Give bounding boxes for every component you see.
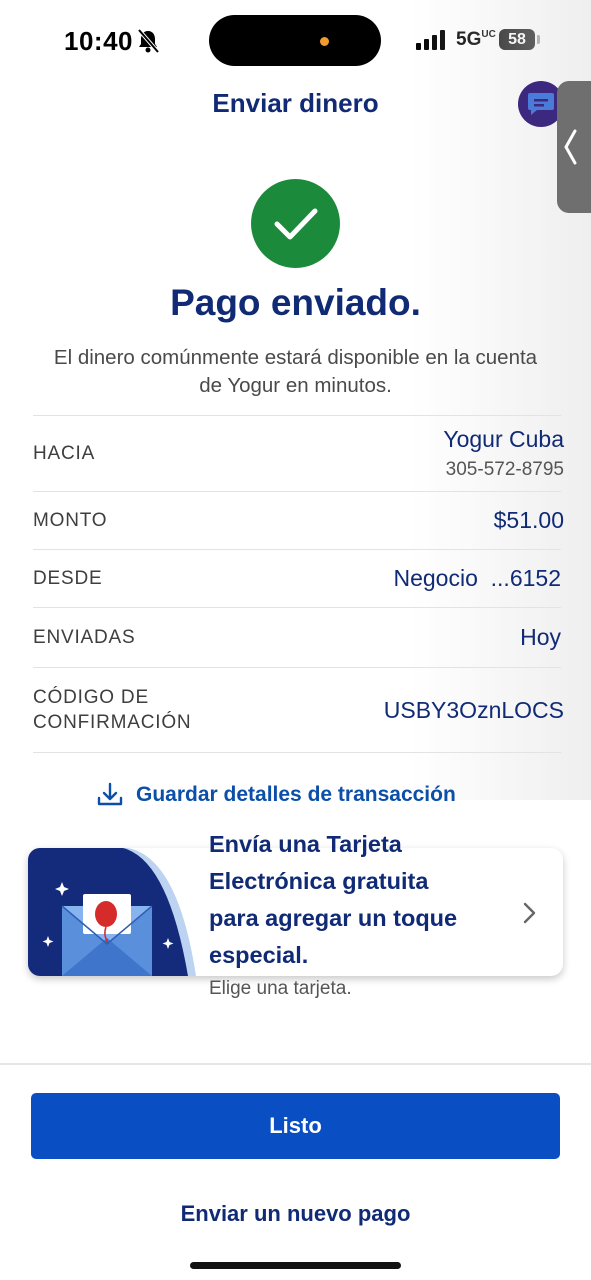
ecard-promo-card[interactable]: Envía una Tarjeta Electrónica gratuita p… [28,831,563,976]
new-payment-link[interactable]: Enviar un nuevo pago [0,1201,591,1227]
detail-row-to: HACIA Yogur Cuba 305-572-8795 [33,415,564,491]
check-icon [274,208,317,239]
battery-icon: 58 [499,29,535,50]
done-button[interactable]: Listo [31,1093,560,1159]
status-time: 10:40 [64,26,133,56]
detail-row-amount: MONTO $51.00 [33,491,564,549]
confirmation-heading: Pago enviado. [170,282,421,323]
bell-muted-icon [137,28,160,54]
detail-row-sent: ENVIADAS Hoy [33,607,561,667]
detail-label-from: DESDE [33,568,103,589]
signal-icon [416,30,445,50]
detail-label-sent: ENVIADAS [33,627,136,648]
ecard-subtitle: Elige una tarjeta. [209,978,352,999]
chevron-left-icon [564,129,577,165]
detail-row-from: DESDE Negocio ...6152 [33,549,561,607]
chevron-right-icon [523,902,536,924]
status-bar: 10:40 5GUC 58 [0,0,591,80]
confirmation-message: El dinero comúnmente estará disponible e… [53,346,538,397]
confirmation-code: USBY3OznLOCS [383,696,564,723]
recipient-name: Yogur Cuba [443,426,564,452]
battery-cap [537,35,540,44]
detail-row-code: CÓDIGO DE CONFIRMACIÓN USBY3OznLOCS [33,667,564,753]
save-details-link[interactable]: Guardar detalles de transacción [96,781,456,809]
success-check [251,179,340,268]
detail-label-amount: MONTO [33,510,108,531]
ecard-promo-text: Envía una Tarjeta Electrónica gratuita p… [209,831,458,968]
home-indicator [190,1262,401,1269]
chat-bubble-icon [528,93,554,115]
download-icon [97,782,123,806]
divider [0,1063,591,1065]
privacy-indicator [320,37,329,46]
detail-value-to: Yogur Cuba 305-572-8795 [443,426,564,481]
network-type: 5GUC [456,29,496,50]
detail-value-sent: Hoy [520,624,561,650]
detail-label-code: CÓDIGO DE CONFIRMACIÓN [33,687,192,733]
envelope-balloon-icon [28,848,203,976]
dynamic-island [209,15,381,66]
side-panel-tab[interactable] [557,81,591,213]
transaction-details: HACIA Yogur Cuba 305-572-8795 MONTO $51.… [33,415,564,753]
detail-label-to: HACIA [33,443,96,464]
detail-value-amount: $51.00 [493,507,564,533]
recipient-phone: 305-572-8795 [445,459,564,480]
page-title: Enviar dinero [212,88,379,118]
detail-value-from: Negocio ...6152 [393,565,561,591]
save-details-label: Guardar detalles de transacción [136,783,456,806]
